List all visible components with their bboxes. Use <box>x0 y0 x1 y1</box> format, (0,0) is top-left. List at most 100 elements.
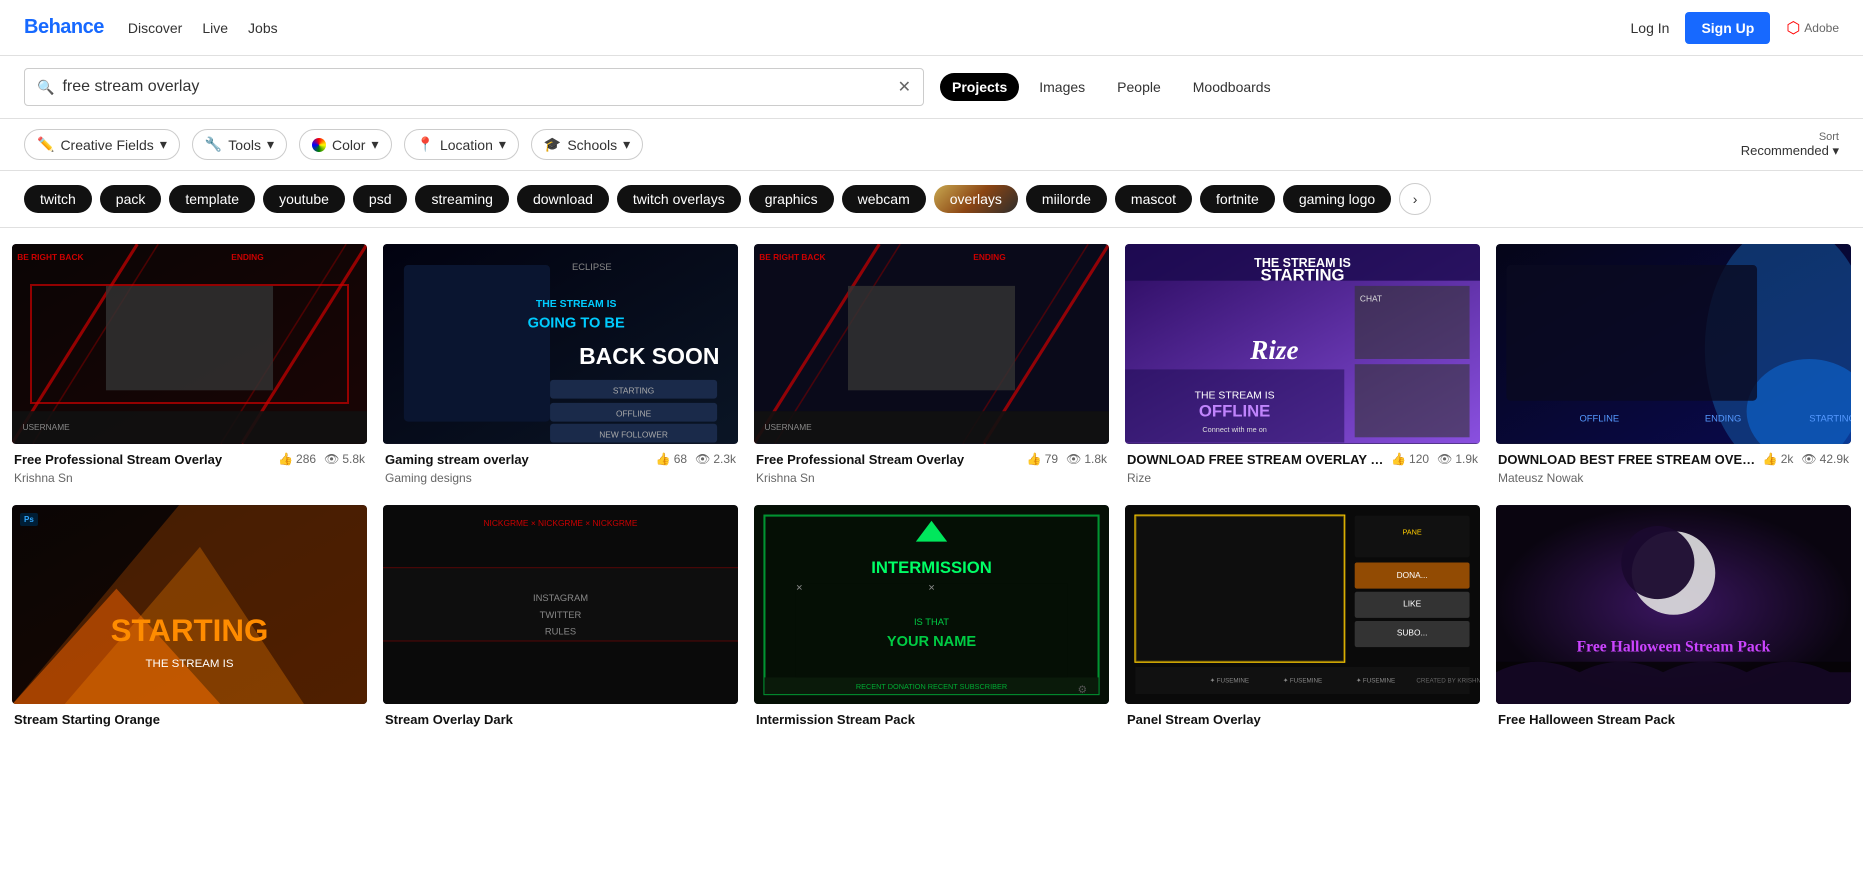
tag-graphics[interactable]: graphics <box>749 185 834 213</box>
tag-psd[interactable]: psd <box>353 185 408 213</box>
tab-projects[interactable]: Projects <box>940 73 1019 101</box>
like-icon: 👍 <box>1027 452 1042 466</box>
project-meta: DOWNLOAD BEST FREE STREAM OVERLAY TEMPLA… <box>1496 444 1851 489</box>
project-card[interactable]: STARTING THE STREAM IS Ps Stream Startin… <box>12 505 367 736</box>
tag-gaming-logo[interactable]: gaming logo <box>1283 185 1391 213</box>
project-card[interactable]: BE RIGHT BACK ENDING USERNAME Free Profe… <box>754 244 1109 489</box>
svg-text:✦ FUSEMINE: ✦ FUSEMINE <box>1283 677 1322 684</box>
project-info: Intermission Stream Pack <box>756 712 1107 731</box>
header-actions: Log In Sign Up ⬡ Adobe <box>1631 12 1840 44</box>
svg-text:DONA...: DONA... <box>1397 570 1428 580</box>
project-title: DOWNLOAD FREE STREAM OVERLAY TEMPLATE <box>1127 452 1391 469</box>
like-icon: 👍 <box>1391 452 1406 466</box>
tab-images[interactable]: Images <box>1027 73 1097 101</box>
project-card[interactable]: PANE DONA... LIKE SUBO... ✦ FUSEMINE ✦ F… <box>1125 505 1480 736</box>
svg-text:BE RIGHT BACK: BE RIGHT BACK <box>17 252 83 262</box>
project-title: Stream Starting Orange <box>14 712 365 729</box>
tag-twitch[interactable]: twitch <box>24 185 92 213</box>
color-icon <box>312 138 326 152</box>
sort-dropdown[interactable]: Sort Recommended ▾ <box>1741 131 1839 159</box>
tag-youtube[interactable]: youtube <box>263 185 345 213</box>
svg-text:IS THAT: IS THAT <box>914 616 949 627</box>
view-icon: 👁 <box>1437 452 1452 466</box>
tag-miilorde[interactable]: miilorde <box>1026 185 1107 213</box>
schools-icon: 🎓 <box>544 136 561 153</box>
tag-overlays[interactable]: overlays <box>934 185 1018 213</box>
tag-mascot[interactable]: mascot <box>1115 185 1192 213</box>
projects-grid: BE RIGHT BACK ENDING USERNAME Free Profe… <box>0 228 1863 751</box>
login-button[interactable]: Log In <box>1631 20 1670 36</box>
project-info: Stream Overlay Dark <box>385 712 736 731</box>
svg-text:USERNAME: USERNAME <box>22 422 70 432</box>
project-stats: 👍 120 👁 1.9k <box>1391 452 1478 466</box>
project-meta: Stream Overlay Dark <box>383 704 738 735</box>
project-card[interactable]: INTERMISSION IS THAT YOUR NAME ✕ ✕ RECEN… <box>754 505 1109 736</box>
filter-creative-fields[interactable]: ✏️ Creative Fields ▾ <box>24 129 180 160</box>
tag-fortnite[interactable]: fortnite <box>1200 185 1275 213</box>
svg-text:BE RIGHT BACK: BE RIGHT BACK <box>759 252 825 262</box>
svg-text:TWITTER: TWITTER <box>540 608 582 619</box>
project-card[interactable]: BE RIGHT BACK ENDING USERNAME Free Profe… <box>12 244 367 489</box>
project-author: Mateusz Nowak <box>1498 471 1763 485</box>
project-meta: Panel Stream Overlay <box>1125 704 1480 735</box>
project-meta: DOWNLOAD FREE STREAM OVERLAY TEMPLATE Ri… <box>1125 444 1480 489</box>
project-thumbnail: THE STREAM IS STARTING Rize CHAT THE STR… <box>1125 244 1480 444</box>
tag-twitch-overlays[interactable]: twitch overlays <box>617 185 741 213</box>
project-info: Stream Starting Orange <box>14 712 365 731</box>
tag-webcam[interactable]: webcam <box>842 185 926 213</box>
svg-text:GOING TO BE: GOING TO BE <box>528 316 625 332</box>
project-card[interactable]: Free Halloween Stream Pack Free Hallowee… <box>1496 505 1851 736</box>
project-card[interactable]: THE STREAM IS STARTING Rize CHAT THE STR… <box>1125 244 1480 489</box>
svg-text:OFFLINE: OFFLINE <box>1199 401 1270 420</box>
clear-search-icon[interactable]: ✕ <box>898 77 911 97</box>
svg-text:YOUR NAME: YOUR NAME <box>887 634 977 650</box>
project-title: DOWNLOAD BEST FREE STREAM OVERLAY TEMPLA… <box>1498 452 1763 469</box>
tab-people[interactable]: People <box>1105 73 1173 101</box>
logo[interactable]: Behance <box>24 16 104 39</box>
nav-jobs[interactable]: Jobs <box>248 20 278 36</box>
views-stat: 👁 1.9k <box>1437 452 1478 466</box>
svg-text:RULES: RULES <box>545 625 576 636</box>
likes-stat: 👍 68 <box>656 452 687 466</box>
search-tabs: Projects Images People Moodboards <box>940 73 1283 101</box>
project-thumbnail: Free Halloween Stream Pack <box>1496 505 1851 705</box>
svg-text:ENDING: ENDING <box>1705 413 1741 424</box>
svg-text:Free Halloween Stream Pack: Free Halloween Stream Pack <box>1577 638 1771 655</box>
project-card[interactable]: THE STREAM IS GOING TO BE BACK SOON ECLI… <box>383 244 738 489</box>
svg-text:NICKGRME × NICKGRME × NICKGRME: NICKGRME × NICKGRME × NICKGRME <box>484 518 638 528</box>
signup-button[interactable]: Sign Up <box>1685 12 1770 44</box>
svg-text:OFFLINE: OFFLINE <box>616 408 652 418</box>
project-author: Rize <box>1127 471 1391 485</box>
tag-download[interactable]: download <box>517 185 609 213</box>
search-input[interactable] <box>62 78 889 96</box>
project-stats: 👍 2k 👁 42.9k <box>1763 452 1849 466</box>
filter-schools[interactable]: 🎓 Schools ▾ <box>531 129 643 160</box>
nav-discover[interactable]: Discover <box>128 20 182 36</box>
svg-text:THE STREAM IS: THE STREAM IS <box>536 299 617 310</box>
likes-stat: 👍 120 <box>1391 452 1429 466</box>
tags-bar: twitch pack template youtube psd streami… <box>0 171 1863 228</box>
tag-streaming[interactable]: streaming <box>415 185 508 213</box>
tags-next-arrow[interactable]: › <box>1399 183 1431 215</box>
filter-tools[interactable]: 🔧 Tools ▾ <box>192 129 287 160</box>
tab-moodboards[interactable]: Moodboards <box>1181 73 1283 101</box>
svg-text:THE STREAM IS: THE STREAM IS <box>146 658 234 670</box>
tag-pack[interactable]: pack <box>100 185 162 213</box>
views-stat: 👁 1.8k <box>1066 452 1107 466</box>
project-card[interactable]: INSTAGRAM TWITTER RULES NICKGRME × NICKG… <box>383 505 738 736</box>
nav-live[interactable]: Live <box>202 20 228 36</box>
svg-text:STARTING: STARTING <box>1260 266 1344 285</box>
svg-text:⚙: ⚙ <box>1078 685 1087 696</box>
filters-bar: ✏️ Creative Fields ▾ 🔧 Tools ▾ Color ▾ 📍… <box>0 119 1863 171</box>
filter-location[interactable]: 📍 Location ▾ <box>404 129 519 160</box>
svg-text:✕: ✕ <box>928 582 935 592</box>
project-title: Free Professional Stream Overlay <box>14 452 278 469</box>
tag-template[interactable]: template <box>169 185 255 213</box>
project-card[interactable]: OFFLINE ENDING STARTING DOWNLOAD BEST FR… <box>1496 244 1851 489</box>
svg-text:SUBO...: SUBO... <box>1397 627 1428 637</box>
likes-stat: 👍 286 <box>278 452 316 466</box>
svg-text:OFFLINE: OFFLINE <box>1580 413 1620 424</box>
filter-color[interactable]: Color ▾ <box>299 129 392 160</box>
view-icon: 👁 <box>324 452 339 466</box>
svg-text:LIKE: LIKE <box>1403 598 1422 608</box>
